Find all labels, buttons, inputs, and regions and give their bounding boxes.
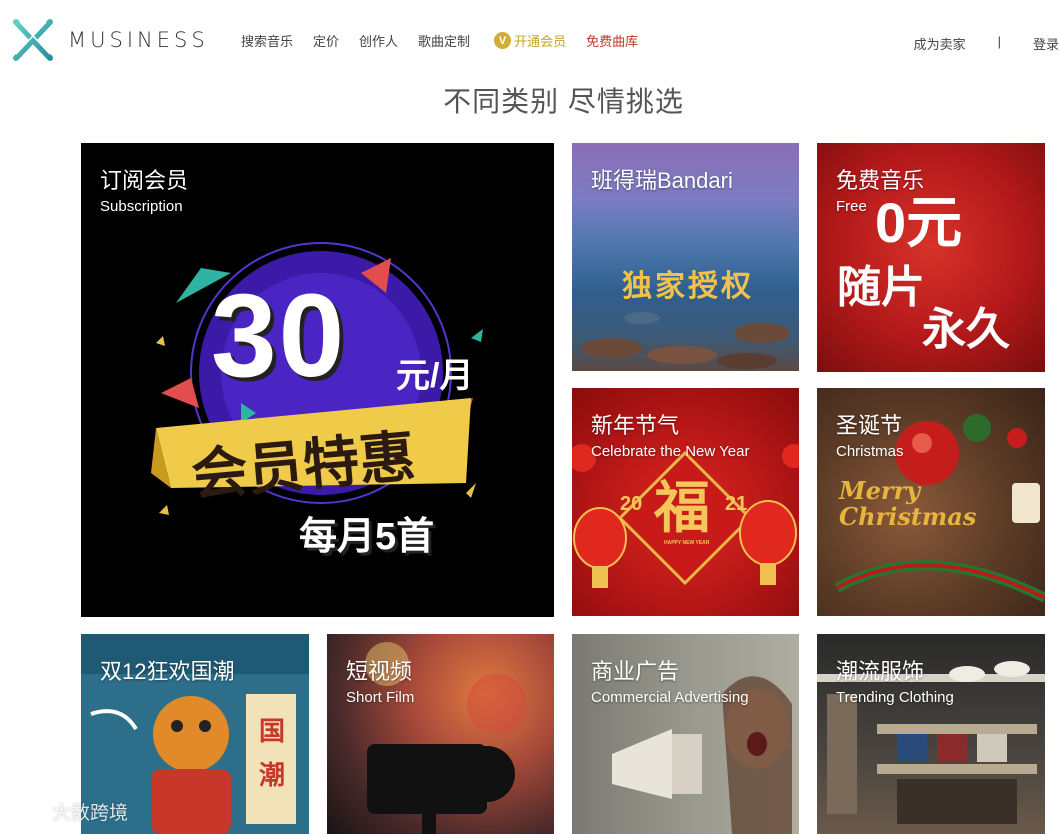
card-subtitle: Celebrate the New Year bbox=[591, 443, 749, 460]
card-title: 短视频 bbox=[346, 654, 412, 686]
watermark-text: 大数跨境 bbox=[52, 798, 128, 825]
watermark: 大数跨境 bbox=[8, 798, 128, 825]
monthly-songs: 每月5首 bbox=[299, 505, 434, 560]
free-zero: 0元 bbox=[875, 178, 962, 259]
card-christmas[interactable]: 圣诞节 Christmas Merry Christmas bbox=[817, 388, 1045, 616]
card-commercial[interactable]: 商业广告 Commercial Advertising bbox=[572, 634, 799, 834]
card-free[interactable]: 免费音乐 Free 0元 随片 永久 bbox=[817, 143, 1045, 372]
card-subtitle: Free bbox=[836, 198, 867, 215]
free-line1: 随片 bbox=[837, 251, 925, 315]
card-title: 商业广告 bbox=[591, 654, 679, 686]
year-right: 21 bbox=[725, 493, 747, 516]
card-title: 圣诞节 bbox=[836, 408, 902, 440]
year-left: 20 bbox=[620, 493, 642, 516]
price-unit: 元/月 bbox=[396, 348, 473, 397]
exclusive-license-text: 独家授权 bbox=[622, 261, 754, 305]
card-title: 订阅会员 bbox=[100, 163, 188, 195]
card-subtitle: Subscription bbox=[100, 198, 183, 215]
watermark-logo-icon bbox=[8, 800, 48, 824]
card-subtitle: Trending Clothing bbox=[836, 689, 954, 706]
card-title: 双12狂欢国潮 bbox=[100, 654, 234, 686]
header-separator: | bbox=[998, 34, 1001, 53]
happy-new-year-text: HAPPY NEW YEAR bbox=[664, 540, 709, 546]
card-clothing[interactable]: 潮流服饰 Trending Clothing bbox=[817, 634, 1045, 834]
free-line2: 永久 bbox=[922, 293, 1010, 357]
card-subscription[interactable]: 订阅会员 Subscription 30 元/月 会员特惠 每月5首 bbox=[81, 143, 554, 617]
login-link[interactable]: 登录 bbox=[1033, 34, 1059, 53]
become-seller-link[interactable]: 成为卖家 bbox=[914, 34, 966, 53]
nav-creators[interactable]: 创作人 bbox=[359, 31, 398, 50]
merry-christmas-script: Merry Christmas bbox=[839, 478, 979, 530]
vip-badge-icon: V bbox=[494, 32, 511, 49]
nav-vip[interactable]: V 开通会员 bbox=[494, 31, 566, 50]
card-newyear[interactable]: 新年节气 Celebrate the New Year 福 20 21 HAPP… bbox=[572, 388, 799, 616]
section-title: 不同类别 尽情挑选 bbox=[0, 80, 1059, 120]
price-number: 30 bbox=[211, 268, 346, 404]
card-title: 新年节气 bbox=[591, 408, 679, 440]
brand-name: MUSINESS bbox=[68, 28, 209, 52]
card-title: 潮流服饰 bbox=[836, 654, 924, 686]
nav-custom-song[interactable]: 歌曲定制 bbox=[418, 31, 470, 50]
guochao-side-text: 国潮 bbox=[259, 709, 287, 797]
header-right: 成为卖家 | 登录 bbox=[914, 34, 1059, 53]
card-subtitle: Christmas bbox=[836, 443, 904, 460]
nav-search-music[interactable]: 搜索音乐 bbox=[241, 31, 293, 50]
nav-free-library[interactable]: 免费曲库 bbox=[586, 31, 638, 50]
brand-logo[interactable]: MUSINESS bbox=[10, 18, 209, 62]
nav-pricing[interactable]: 定价 bbox=[313, 31, 339, 50]
card-subtitle: Short Film bbox=[346, 689, 414, 706]
site-header: MUSINESS 搜索音乐 定价 创作人 歌曲定制 V 开通会员 免费曲库 成为… bbox=[0, 0, 1059, 80]
fu-character: 福 bbox=[654, 463, 710, 544]
card-shortfilm[interactable]: 短视频 Short Film bbox=[327, 634, 554, 834]
logo-x-icon bbox=[10, 18, 54, 62]
card-bandari[interactable]: 班得瑞Bandari 独家授权 bbox=[572, 143, 799, 371]
card-subtitle: Commercial Advertising bbox=[591, 689, 749, 706]
nav-vip-label: 开通会员 bbox=[514, 31, 566, 50]
card-title: 班得瑞Bandari bbox=[591, 163, 733, 195]
main-nav: 搜索音乐 定价 创作人 歌曲定制 V 开通会员 免费曲库 bbox=[241, 31, 658, 50]
